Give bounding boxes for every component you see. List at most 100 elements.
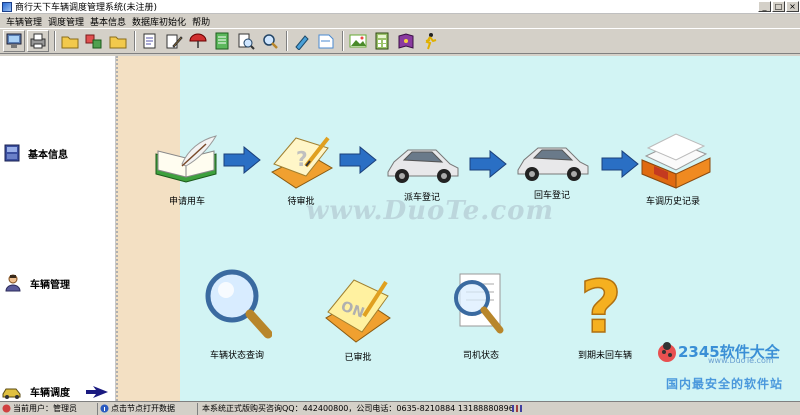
magnifier-icon (205, 269, 272, 339)
flow-node-label: 车辆状态查询 (209, 351, 264, 361)
printer-icon (30, 33, 46, 49)
toolbar-folder2-button[interactable] (107, 30, 129, 52)
toolbar-book-button[interactable] (395, 30, 417, 52)
flow-node-pending-approval[interactable]: ? 待审批 (266, 132, 336, 207)
runner-icon (425, 33, 437, 50)
sidebar-item-vehicle-dispatch[interactable]: 车辆调度 (2, 384, 108, 399)
toolbar-notebook-button[interactable] (211, 30, 233, 52)
status-info: 本系统正式版购买咨询QQ：442400800，公司电话：0635-8210884… (198, 403, 514, 415)
book-icon (398, 33, 414, 49)
info-icon (100, 404, 109, 413)
toolbar-separator (286, 31, 288, 51)
toolbar-picture-button[interactable] (347, 30, 369, 52)
flow-node-driver-status[interactable]: 司机状态 (446, 268, 516, 361)
status-info-text: 本系统正式版购买咨询QQ：442400800，公司电话：0635-8210884… (202, 404, 514, 413)
title-bar: 商行天下车辆调度管理系统(未注册) _ □ × (0, 0, 800, 14)
sidebar-item-label: 车辆管理 (30, 279, 70, 291)
toolbar-document-button[interactable] (139, 30, 161, 52)
menu-bar: 车辆管理 调度管理 基本信息 数据库初始化 帮助 (0, 14, 800, 28)
menu-basic-info[interactable]: 基本信息 (87, 15, 129, 28)
approved-note-icon: ON (325, 279, 391, 343)
flow-arrow-icon (339, 146, 377, 174)
toolbar-monitor-button[interactable] (3, 30, 25, 52)
status-user: 当前用户：管理员 (0, 402, 98, 415)
exchange-icon (85, 34, 102, 49)
flow-node-apply-vehicle[interactable]: 申请用车 (152, 134, 222, 207)
brand-url: www.DuoTe.com (708, 356, 774, 365)
history-box-icon (641, 133, 711, 189)
svg-text:?: ? (296, 147, 308, 171)
search-doc-icon (238, 33, 255, 50)
toolbar-separator (54, 31, 56, 51)
flow-node-dispatch-register[interactable]: 派车登记 (384, 142, 460, 203)
question-icon: ? (579, 266, 622, 344)
toolbar-edit-button[interactable] (163, 30, 185, 52)
sidebar-item-vehicle-management[interactable]: 车辆管理 (4, 274, 70, 292)
toolbar-printer-button[interactable] (27, 30, 49, 52)
status-bar: 当前用户：管理员 点击节点打开数据 本系统正式版购买咨询QQ：442400800… (0, 401, 800, 415)
sidebar-item-basic-info[interactable]: 基本信息 (4, 144, 68, 162)
window-title: 商行天下车辆调度管理系统(未注册) (15, 3, 158, 13)
edit-icon (166, 34, 183, 49)
car-icon (517, 147, 589, 181)
brand-watermark: 2345软件大全 www.DuoTe.com 国内最安全的软件站 (656, 341, 800, 396)
folder-icon (61, 36, 79, 49)
person-icon (5, 274, 21, 292)
svg-text:?: ? (580, 266, 622, 344)
ladybug-logo-icon (658, 342, 676, 362)
maximize-button[interactable]: □ (772, 1, 785, 12)
info-icon (4, 144, 20, 162)
toolbar-search-button[interactable] (259, 30, 281, 52)
close-button[interactable]: × (786, 1, 799, 12)
toolbar-note-button[interactable] (315, 30, 337, 52)
flow-node-vehicle-status[interactable]: 车辆状态查询 (202, 268, 272, 361)
flow-node-approved[interactable]: ON 已审批 (322, 272, 394, 363)
flow-node-overdue-vehicles[interactable]: ? 到期未回车辆 (572, 266, 638, 361)
document-icon (143, 33, 156, 49)
toolbar-umbrella-button[interactable] (187, 30, 209, 52)
status-indicator (510, 403, 526, 415)
status-hint: 点击节点打开数据 (98, 402, 198, 415)
toolbar-exchange-button[interactable] (83, 30, 105, 52)
book-pen-icon (155, 135, 218, 183)
flow-node-label: 派车登记 (403, 193, 440, 203)
toolbar-calculator-button[interactable] (371, 30, 393, 52)
toolbar-pen-button[interactable] (291, 30, 313, 52)
status-hint-text: 点击节点打开数据 (111, 404, 175, 413)
arrow-right-icon (86, 386, 108, 398)
flow-node-label: 车调历史记录 (645, 197, 700, 207)
menu-dispatch-management[interactable]: 调度管理 (45, 15, 87, 28)
toolbar-folder-button[interactable] (59, 30, 81, 52)
note-icon (318, 34, 334, 49)
menu-database-init[interactable]: 数据库初始化 (129, 15, 189, 28)
flow-node-label: 待审批 (287, 197, 315, 207)
brand-slogan: 国内最安全的软件站 (666, 377, 784, 391)
toolbar-runner-button[interactable] (419, 30, 441, 52)
flow-node-label: 到期未回车辆 (577, 351, 632, 361)
flow-arrow-icon (223, 146, 261, 174)
indicator-icon (512, 405, 522, 412)
monitor-icon (6, 33, 22, 48)
minimize-button[interactable]: _ (758, 1, 771, 12)
notebook-icon (215, 32, 229, 50)
menu-vehicle-management[interactable]: 车辆管理 (3, 15, 45, 28)
app-icon (2, 1, 12, 12)
flow-node-label: 已审批 (344, 353, 372, 363)
flow-node-label: 回车登记 (533, 191, 570, 201)
search-icon (263, 34, 278, 49)
user-icon (2, 404, 11, 413)
notepad-question-icon: ? (271, 136, 334, 189)
toolbar-separator (342, 31, 344, 51)
main-left-band (116, 56, 180, 401)
toolbar-search-doc-button[interactable] (235, 30, 257, 52)
sidebar-item-label: 基本信息 (28, 149, 68, 161)
flow-node-dispatch-history[interactable]: 车调历史记录 (634, 130, 712, 207)
sidebar-item-label: 车辆调度 (30, 388, 70, 399)
status-user-text: 当前用户：管理员 (13, 404, 77, 413)
pen-icon (295, 35, 309, 50)
flow-node-return-register[interactable]: 回车登记 (514, 140, 590, 201)
folder-icon (109, 36, 127, 49)
car-icon (387, 149, 459, 183)
menu-help[interactable]: 帮助 (189, 15, 213, 28)
sidebar: 基本信息 车辆管理 车辆调度 (0, 56, 116, 401)
